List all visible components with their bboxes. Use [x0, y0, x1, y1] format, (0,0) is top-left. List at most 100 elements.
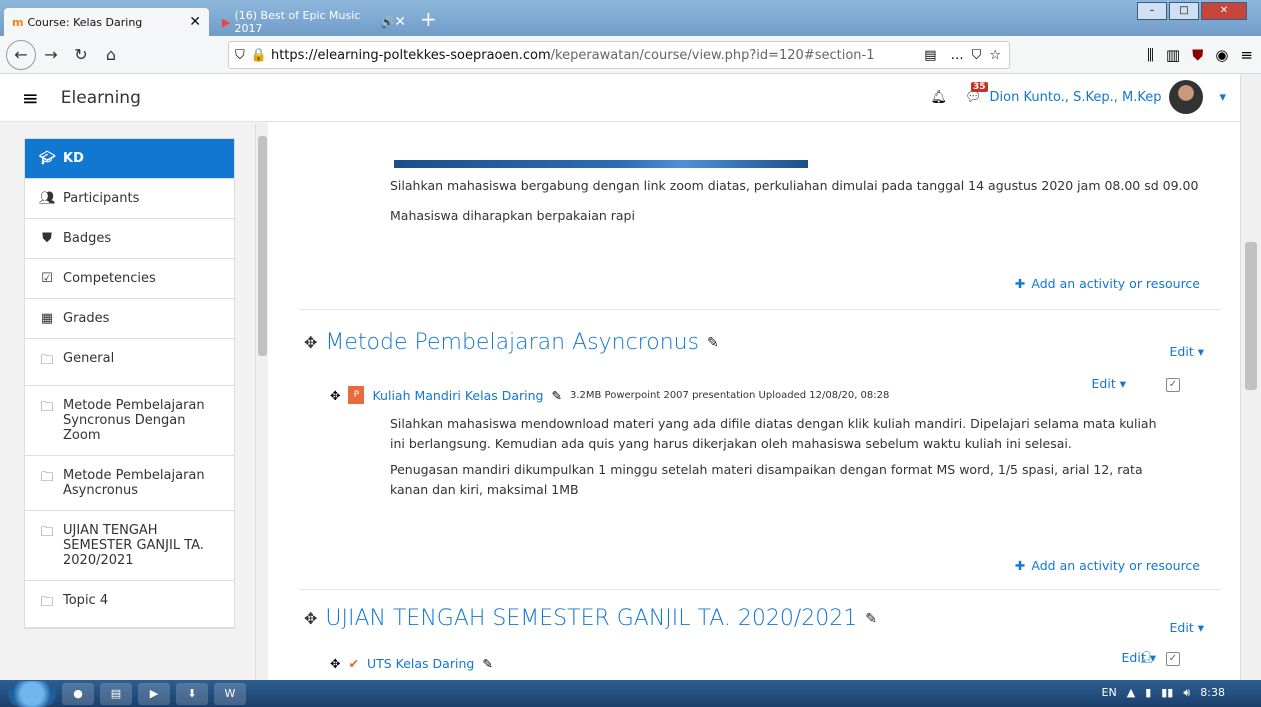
add-activity-label: Add an activity or resource [1031, 276, 1200, 291]
completion-checkbox[interactable]: ✓ [1166, 378, 1180, 392]
ublock-icon[interactable]: ⛊ [1192, 46, 1203, 64]
bell-icon[interactable]: 🔔︎ [931, 90, 948, 105]
sidebar-item-general[interactable]: 🗀 General [25, 339, 234, 386]
pencil-icon[interactable]: ✎ [551, 388, 561, 403]
speaker-icon[interactable]: 🔊 [381, 16, 395, 29]
edit-label: Edit [1091, 376, 1116, 391]
sidebar-item-competencies[interactable]: ☑ Competencies [25, 259, 234, 299]
edit-menu[interactable]: Edit ▾ [1170, 344, 1204, 359]
page-scrollbar[interactable] [1240, 74, 1261, 680]
url-path: /keperawatan/course/view.php?id=120#sect… [550, 47, 875, 63]
sidebar-item-kd[interactable]: 🎓︎ KD [25, 139, 234, 179]
sidebar-item-badges[interactable]: ⛊ Badges [25, 219, 234, 259]
sidebar-scrollbar[interactable] [255, 124, 268, 680]
activity-link[interactable]: UTS Kelas Daring [367, 656, 474, 671]
bookmark-star-icon[interactable]: ☆ [989, 48, 1001, 63]
add-activity-button[interactable]: ✚ Add an activity or resource [1015, 276, 1200, 291]
pocket-icon[interactable]: ⛉ [972, 48, 982, 63]
move-icon[interactable]: ✥ [304, 333, 317, 352]
minimize-button[interactable]: – [1137, 2, 1167, 20]
lock-icon: 🔒 [250, 47, 267, 63]
user-name[interactable]: Dion Kunto., S.Kep., M.Kep [990, 90, 1162, 105]
maximize-button[interactable]: □ [1169, 2, 1199, 20]
user-icon[interactable]: 👤︎ [1139, 650, 1154, 664]
sidebar-nav: 🎓︎ KD 👥︎ Participants ⛊ Badges ☑ Competencie… [24, 138, 235, 629]
section-text: Mahasiswa diharapkan berpakaian rapi [390, 208, 635, 223]
sidebar-item-participants[interactable]: 👥︎ Participants [25, 179, 234, 219]
sidebar-icon[interactable]: ▥ [1166, 46, 1180, 64]
home-button[interactable]: ⌂ [96, 40, 126, 70]
language-indicator[interactable]: EN [1102, 686, 1117, 700]
close-icon[interactable]: ✕ [394, 14, 406, 30]
section-title[interactable]: ✥ Metode Pembelajaran Asyncronus ✎ [304, 330, 719, 355]
pencil-icon[interactable]: ✎ [482, 656, 492, 671]
more-icon[interactable]: … [951, 48, 964, 63]
site-brand[interactable]: Elearning [61, 88, 141, 108]
edit-menu[interactable]: Edit ▾ [1170, 620, 1204, 635]
clock[interactable]: 8:38 [1200, 686, 1225, 700]
section-title-text[interactable]: Metode Pembelajaran Asyncronus [325, 330, 699, 355]
activity-description: Silahkan mahasiswa mendownload materi ya… [390, 416, 1157, 451]
sidebar-item-label: Metode Pembelajaran Syncronus Dengan Zoo… [63, 398, 205, 443]
close-icon[interactable]: ✕ [189, 14, 201, 30]
scrollbar-thumb[interactable] [258, 136, 267, 356]
back-button[interactable]: ← [6, 39, 36, 70]
move-icon[interactable]: ✥ [330, 388, 340, 403]
reload-button[interactable]: ↻ [66, 40, 96, 70]
completion-checkbox[interactable]: ✓ [1166, 652, 1180, 666]
network-icon[interactable]: ▮ [1145, 686, 1151, 700]
section-title-text[interactable]: UJIAN TENGAH SEMESTER GANJIL TA. 2020/20… [325, 606, 857, 631]
activity-edit-menu[interactable]: Edit ▾ [1092, 376, 1126, 391]
sidebar-item-grades[interactable]: ▦ Grades [25, 299, 234, 339]
sidebar-item-syncronus[interactable]: 🗀 Metode Pembelajaran Syncronus Dengan Zo… [25, 386, 234, 456]
avatar[interactable] [1169, 80, 1204, 114]
explorer-icon[interactable]: ▤ [100, 682, 132, 705]
tray-arrow-icon[interactable]: ▲ [1127, 686, 1135, 700]
sidebar-item-topic4[interactable]: 🗀 Topic 4 [25, 581, 234, 628]
new-tab-button[interactable]: + [420, 7, 437, 31]
sidebar-item-label: UJIAN TENGAH SEMESTER GANJIL TA. 2020/20… [63, 523, 204, 568]
scrollbar-thumb[interactable] [1245, 242, 1257, 390]
signal-icon[interactable]: ▮▮ [1161, 686, 1173, 700]
section-uts: ✥ UJIAN TENGAH SEMESTER GANJIL TA. 2020/… [300, 590, 1220, 680]
tab-music[interactable]: ▶ (16) Best of Epic Music 2017 🔊 ✕ [214, 8, 414, 36]
sidebar-item-asyncronus[interactable]: 🗀 Metode Pembelajaran Asyncronus [25, 456, 234, 511]
activity-meta: 3.2MB Powerpoint 2007 presentation Uploa… [569, 389, 890, 401]
user-menu[interactable]: 🔔︎ 💬︎ 35 Dion Kunto., S.Kep., M.Kep ▾ [931, 80, 1226, 114]
firefox-icon[interactable]: ● [62, 682, 94, 705]
sidebar-item-label: Competencies [63, 271, 156, 286]
account-icon[interactable]: ◉ [1215, 46, 1228, 64]
folder-icon: 🗀 [40, 353, 54, 368]
move-icon[interactable]: ✥ [330, 656, 340, 671]
media-player-icon[interactable]: ▶ [138, 682, 170, 705]
activity-link[interactable]: Kuliah Mandiri Kelas Daring [372, 388, 543, 403]
add-activity-button[interactable]: ✚ Add an activity or resource [1015, 558, 1200, 573]
section-syncronus: Silahkan mahasiswa bergabung dengan link… [300, 122, 1220, 310]
chevron-down-icon[interactable]: ▾ [1219, 90, 1226, 105]
forward-button[interactable]: → [36, 40, 66, 70]
windows-taskbar: ● ▤ ▶ ⬇ W EN ▲ ▮ ▮▮ 🔊︎ 8:38 [0, 680, 1261, 707]
graduation-cap-icon: 🎓︎ [39, 151, 56, 166]
volume-icon[interactable]: 🔊︎ [1183, 686, 1190, 700]
message-count-badge: 35 [971, 81, 988, 92]
edit-label: Edit [1169, 344, 1194, 359]
sidebar-item-uts[interactable]: 🗀 UJIAN TENGAH SEMESTER GANJIL TA. 2020/2… [25, 511, 234, 581]
tab-course[interactable]: m Course: Kelas Daring ✕ [4, 8, 209, 36]
move-icon[interactable]: ✥ [304, 609, 317, 628]
word-icon[interactable]: W [214, 682, 246, 705]
pencil-icon[interactable]: ✎ [707, 335, 719, 351]
reader-view-icon[interactable]: ▤ [924, 48, 936, 63]
folder-icon: 🗀 [40, 525, 54, 540]
section-title[interactable]: ✥ UJIAN TENGAH SEMESTER GANJIL TA. 2020/… [304, 606, 877, 631]
library-icon[interactable]: ⫼ [1147, 46, 1154, 64]
hamburger-menu-icon[interactable]: ≡ [22, 86, 39, 110]
pencil-icon[interactable]: ✎ [865, 611, 877, 627]
messages-icon[interactable]: 💬︎ 35 [965, 81, 988, 105]
close-window-button[interactable]: ✕ [1201, 2, 1247, 20]
course-content: Silahkan mahasiswa bergabung dengan link… [268, 122, 1240, 680]
url-bar[interactable]: ⛉ 🔒 https://elearning-poltekkes-soepraoe… [228, 41, 1010, 69]
downloader-icon[interactable]: ⬇ [176, 682, 208, 705]
start-button[interactable] [8, 680, 56, 707]
sidebar-item-label: Grades [63, 311, 110, 326]
menu-icon[interactable]: ≡ [1240, 46, 1253, 64]
